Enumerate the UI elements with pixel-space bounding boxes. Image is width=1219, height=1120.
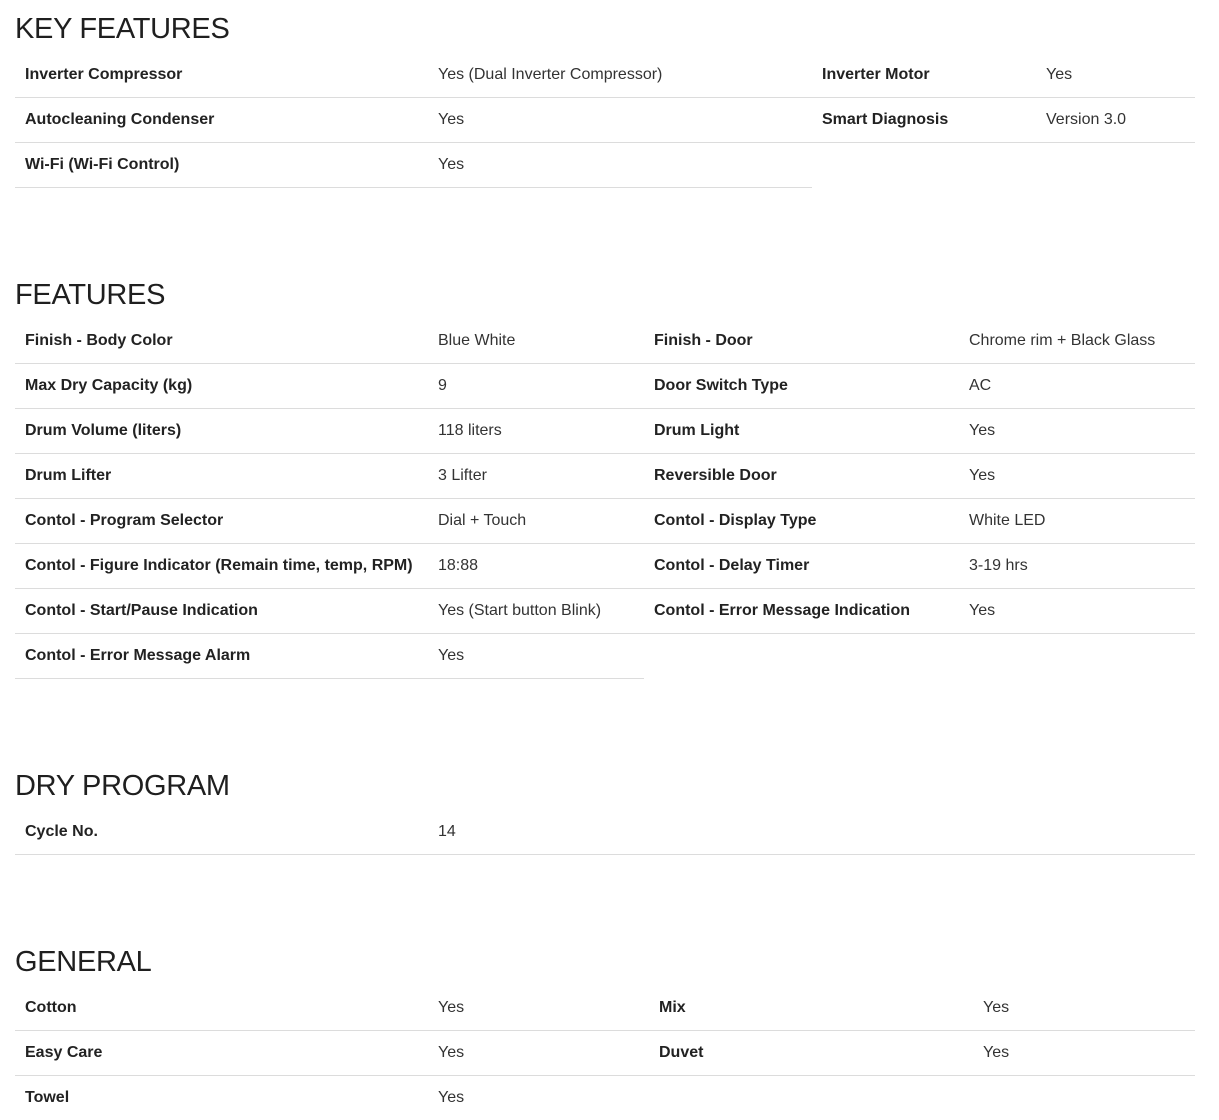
- spec-row: Contol - Start/Pause Indication Yes (Sta…: [15, 588, 1195, 634]
- spec-value: Yes: [983, 999, 1010, 1016]
- spec-label: Smart Diagnosis: [822, 111, 949, 128]
- spec-label: Towel: [25, 1089, 70, 1106]
- spec-value: 3-19 hrs: [969, 557, 1028, 574]
- section-title-general: GENERAL: [15, 946, 152, 978]
- spec-value: Dial + Touch: [438, 512, 527, 529]
- spec-value: AC: [969, 377, 992, 394]
- spec-row: Drum Lifter 3 Lifter Reversible Door Yes: [15, 453, 1195, 499]
- spec-row: Finish - Body Color Blue White Finish - …: [15, 318, 1195, 364]
- features-section: FEATURES Finish - Body Color Blue White …: [15, 278, 1195, 680]
- general-section: GENERAL Cotton Yes Mix Yes Easy Care Yes…: [15, 945, 1195, 1117]
- spec-value: 14: [438, 823, 456, 840]
- spec-value: Yes: [438, 647, 465, 664]
- spec-row: Cycle No. 14: [15, 809, 1195, 855]
- spec-label: Mix: [659, 999, 686, 1016]
- spec-value: Yes: [969, 602, 996, 619]
- spec-label: Drum Light: [654, 422, 740, 439]
- spec-value: Yes: [438, 999, 465, 1016]
- spec-value: Yes: [969, 467, 996, 484]
- spec-value: Blue White: [438, 332, 516, 349]
- spec-row: Contol - Program Selector Dial + Touch C…: [15, 498, 1195, 544]
- spec-row: Contol - Error Message Alarm Yes: [15, 633, 644, 679]
- spec-label: Inverter Compressor: [25, 66, 183, 83]
- spec-label: Cotton: [25, 999, 77, 1016]
- spec-value: 118 liters: [438, 422, 502, 439]
- section-title-dry-program: DRY PROGRAM: [15, 770, 230, 802]
- dry-program-section: DRY PROGRAM Cycle No. 14: [15, 769, 1195, 857]
- spec-value: White LED: [969, 512, 1046, 529]
- spec-row: Max Dry Capacity (kg) 9 Door Switch Type…: [15, 363, 1195, 409]
- spec-value: Yes: [969, 422, 996, 439]
- spec-label: Finish - Body Color: [25, 332, 173, 349]
- spec-label: Contol - Delay Timer: [654, 557, 810, 574]
- spec-value: Yes (Start button Blink): [438, 602, 602, 619]
- section-title-key-features: KEY FEATURES: [15, 13, 230, 45]
- spec-row: Contol - Figure Indicator (Remain time, …: [15, 543, 1195, 589]
- spec-label: Max Dry Capacity (kg): [25, 377, 193, 394]
- spec-label: Reversible Door: [654, 467, 777, 484]
- spec-label: Autocleaning Condenser: [25, 111, 215, 128]
- spec-row: Autocleaning Condenser Yes Smart Diagnos…: [15, 97, 1195, 143]
- spec-label: Duvet: [659, 1044, 704, 1061]
- spec-value: 18:88: [438, 557, 479, 574]
- spec-label: Wi-Fi (Wi-Fi Control): [25, 156, 180, 173]
- spec-value: Yes: [1046, 66, 1073, 83]
- spec-label: Contol - Figure Indicator (Remain time, …: [25, 557, 413, 574]
- spec-label: Easy Care: [25, 1044, 103, 1061]
- spec-label: Drum Volume (liters): [25, 422, 182, 439]
- spec-value: Version 3.0: [1046, 111, 1127, 128]
- spec-value: 3 Lifter: [438, 467, 487, 484]
- spec-row: Easy Care Yes Duvet Yes: [15, 1030, 1195, 1076]
- spec-value: Chrome rim + Black Glass: [969, 332, 1156, 349]
- spec-value: 9: [438, 377, 447, 394]
- key-features-section: KEY FEATURES Inverter Compressor Yes (Du…: [15, 12, 1195, 192]
- spec-label: Drum Lifter: [25, 467, 112, 484]
- spec-label: Cycle No.: [25, 823, 98, 840]
- spec-value: Yes (Dual Inverter Compressor): [438, 66, 663, 83]
- spec-value: Yes: [983, 1044, 1010, 1061]
- spec-row: Inverter Compressor Yes (Dual Inverter C…: [15, 52, 1195, 98]
- spec-row: Drum Volume (liters) 118 liters Drum Lig…: [15, 408, 1195, 454]
- spec-value: Yes: [438, 1044, 465, 1061]
- spec-label: Contol - Program Selector: [25, 512, 224, 529]
- spec-label: Inverter Motor: [822, 66, 930, 83]
- spec-label: Contol - Error Message Alarm: [25, 647, 251, 664]
- spec-row: Cotton Yes Mix Yes: [15, 985, 1195, 1031]
- section-title-features: FEATURES: [15, 279, 166, 311]
- spec-label: Finish - Door: [654, 332, 753, 349]
- spec-value: Yes: [438, 1089, 465, 1106]
- spec-label: Contol - Display Type: [654, 512, 817, 529]
- spec-label: Contol - Error Message Indication: [654, 602, 911, 619]
- spec-value: Yes: [438, 111, 465, 128]
- spec-value: Yes: [438, 156, 465, 173]
- spec-row: Towel Yes: [15, 1075, 644, 1120]
- spec-label: Contol - Start/Pause Indication: [25, 602, 258, 619]
- spec-row: Wi-Fi (Wi-Fi Control) Yes: [15, 142, 812, 188]
- spec-label: Door Switch Type: [654, 377, 788, 394]
